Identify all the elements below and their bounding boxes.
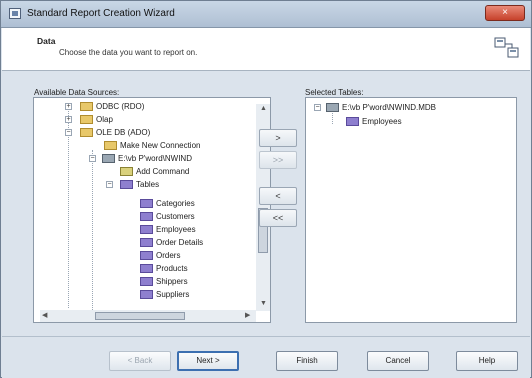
cancel-button[interactable]: Cancel	[367, 351, 429, 371]
tree-item-label: E:\vb P'word\NWIND	[118, 154, 192, 163]
tree-item-customers[interactable]: Customers	[134, 210, 254, 223]
tree-item-oledb[interactable]: − OLE DB (ADO)	[60, 126, 250, 139]
table-icon	[140, 290, 153, 299]
remove-table-button[interactable]: <	[259, 187, 297, 205]
tree-item-categories[interactable]: Categories	[134, 197, 254, 210]
tree-item-nwind-connection[interactable]: − E:\vb P'word\NWIND	[84, 152, 254, 165]
tree-item-label: OLE DB (ADO)	[96, 128, 151, 137]
table-icon	[140, 277, 153, 286]
close-button[interactable]: ×	[485, 5, 525, 21]
tree-item-products[interactable]: Products	[134, 262, 254, 275]
remove-all-tables-button[interactable]: <<	[259, 209, 297, 227]
tree-item-label: Make New Connection	[120, 141, 201, 150]
tree-item-label: Suppliers	[156, 290, 190, 299]
tree-item-label: Products	[156, 264, 188, 273]
database-icon	[102, 154, 115, 163]
tree-item-label: Add Command	[136, 167, 190, 176]
selected-tables-label: Selected Tables:	[305, 88, 364, 97]
table-icon	[140, 251, 153, 260]
collapse-toggle[interactable]: −	[65, 129, 72, 136]
folder-icon	[80, 102, 93, 111]
scroll-down-icon[interactable]: ▼	[260, 300, 267, 307]
tree-item-tables[interactable]: − Tables	[106, 178, 258, 191]
tree-item-selected-employees[interactable]: Employees	[340, 115, 500, 128]
tree-item-label: Shippers	[156, 277, 188, 286]
expand-toggle[interactable]: +	[65, 103, 72, 110]
tree-item-label: Tables	[136, 180, 160, 189]
add-all-tables-button[interactable]: >>	[259, 151, 297, 169]
table-icon	[140, 212, 153, 221]
wizard-window: Standard Report Creation Wizard × Data C…	[0, 0, 532, 378]
tree-item-label: Categories	[156, 199, 195, 208]
help-button[interactable]: Help	[456, 351, 518, 371]
tree-item-nwind-mdb[interactable]: − E:\vb P'word\NWIND.MDB	[312, 101, 512, 114]
tree-item-odbc[interactable]: + ODBC (RDO)	[60, 100, 250, 113]
tree-item-suppliers[interactable]: Suppliers	[134, 288, 254, 301]
tree-item-label: Orders	[156, 251, 181, 260]
tree-item-label: Employees	[362, 117, 402, 126]
collapse-toggle[interactable]: −	[89, 155, 96, 162]
available-sources-label: Available Data Sources:	[34, 88, 120, 97]
back-button[interactable]: < Back	[109, 351, 171, 371]
tree-item-label: Employees	[156, 225, 196, 234]
folder-icon	[104, 141, 117, 150]
horizontal-scrollbar[interactable]: ◀ ▶	[40, 310, 256, 322]
scroll-thumb[interactable]	[95, 312, 185, 320]
tree-item-shippers[interactable]: Shippers	[134, 275, 254, 288]
window-title: Standard Report Creation Wizard	[27, 8, 175, 19]
database-icon	[326, 103, 339, 112]
tree-item-label: ODBC (RDO)	[96, 102, 145, 111]
tree-item-order-details[interactable]: Order Details	[134, 236, 254, 249]
tree-item-add-command[interactable]: Add Command	[108, 165, 258, 178]
command-icon	[120, 167, 133, 176]
tree-item-label: Olap	[96, 115, 113, 124]
table-icon	[140, 225, 153, 234]
folder-open-icon	[80, 128, 93, 137]
tree-item-make-new-connection[interactable]: Make New Connection	[84, 139, 254, 152]
table-icon	[140, 264, 153, 273]
folder-icon	[80, 115, 93, 124]
page-subtitle: Choose the data you want to report on.	[59, 48, 198, 57]
page-title: Data	[37, 36, 56, 46]
add-table-button[interactable]: >	[259, 129, 297, 147]
tree-item-label: Customers	[156, 212, 195, 221]
tree-item-label: Order Details	[156, 238, 204, 247]
app-icon	[9, 8, 21, 19]
finish-button[interactable]: Finish	[276, 351, 338, 371]
collapse-toggle[interactable]: −	[314, 104, 321, 111]
next-button[interactable]: Next >	[177, 351, 239, 371]
scroll-up-icon[interactable]: ▲	[260, 105, 267, 112]
selected-tables-tree[interactable]: − E:\vb P'word\NWIND.MDB Employees	[305, 97, 517, 323]
data-link-icon	[494, 37, 519, 58]
expand-toggle[interactable]: +	[65, 116, 72, 123]
available-sources-tree[interactable]: + ODBC (RDO) + Olap − OLE DB (ADO) Make …	[33, 97, 271, 323]
scroll-right-icon[interactable]: ▶	[245, 311, 250, 319]
tree-item-olap[interactable]: + Olap	[60, 113, 250, 126]
collapse-toggle[interactable]: −	[106, 181, 113, 188]
wizard-header: Data Choose the data you want to report …	[2, 28, 530, 71]
tree-item-employees[interactable]: Employees	[134, 223, 254, 236]
table-icon	[346, 117, 359, 126]
tree-item-orders[interactable]: Orders	[134, 249, 254, 262]
tree-item-label: E:\vb P'word\NWIND.MDB	[342, 103, 436, 112]
table-icon	[140, 238, 153, 247]
table-icon	[140, 199, 153, 208]
title-bar: Standard Report Creation Wizard ×	[1, 1, 531, 28]
table-icon	[120, 180, 133, 189]
wizard-footer	[2, 336, 530, 378]
scroll-left-icon[interactable]: ◀	[42, 311, 47, 319]
